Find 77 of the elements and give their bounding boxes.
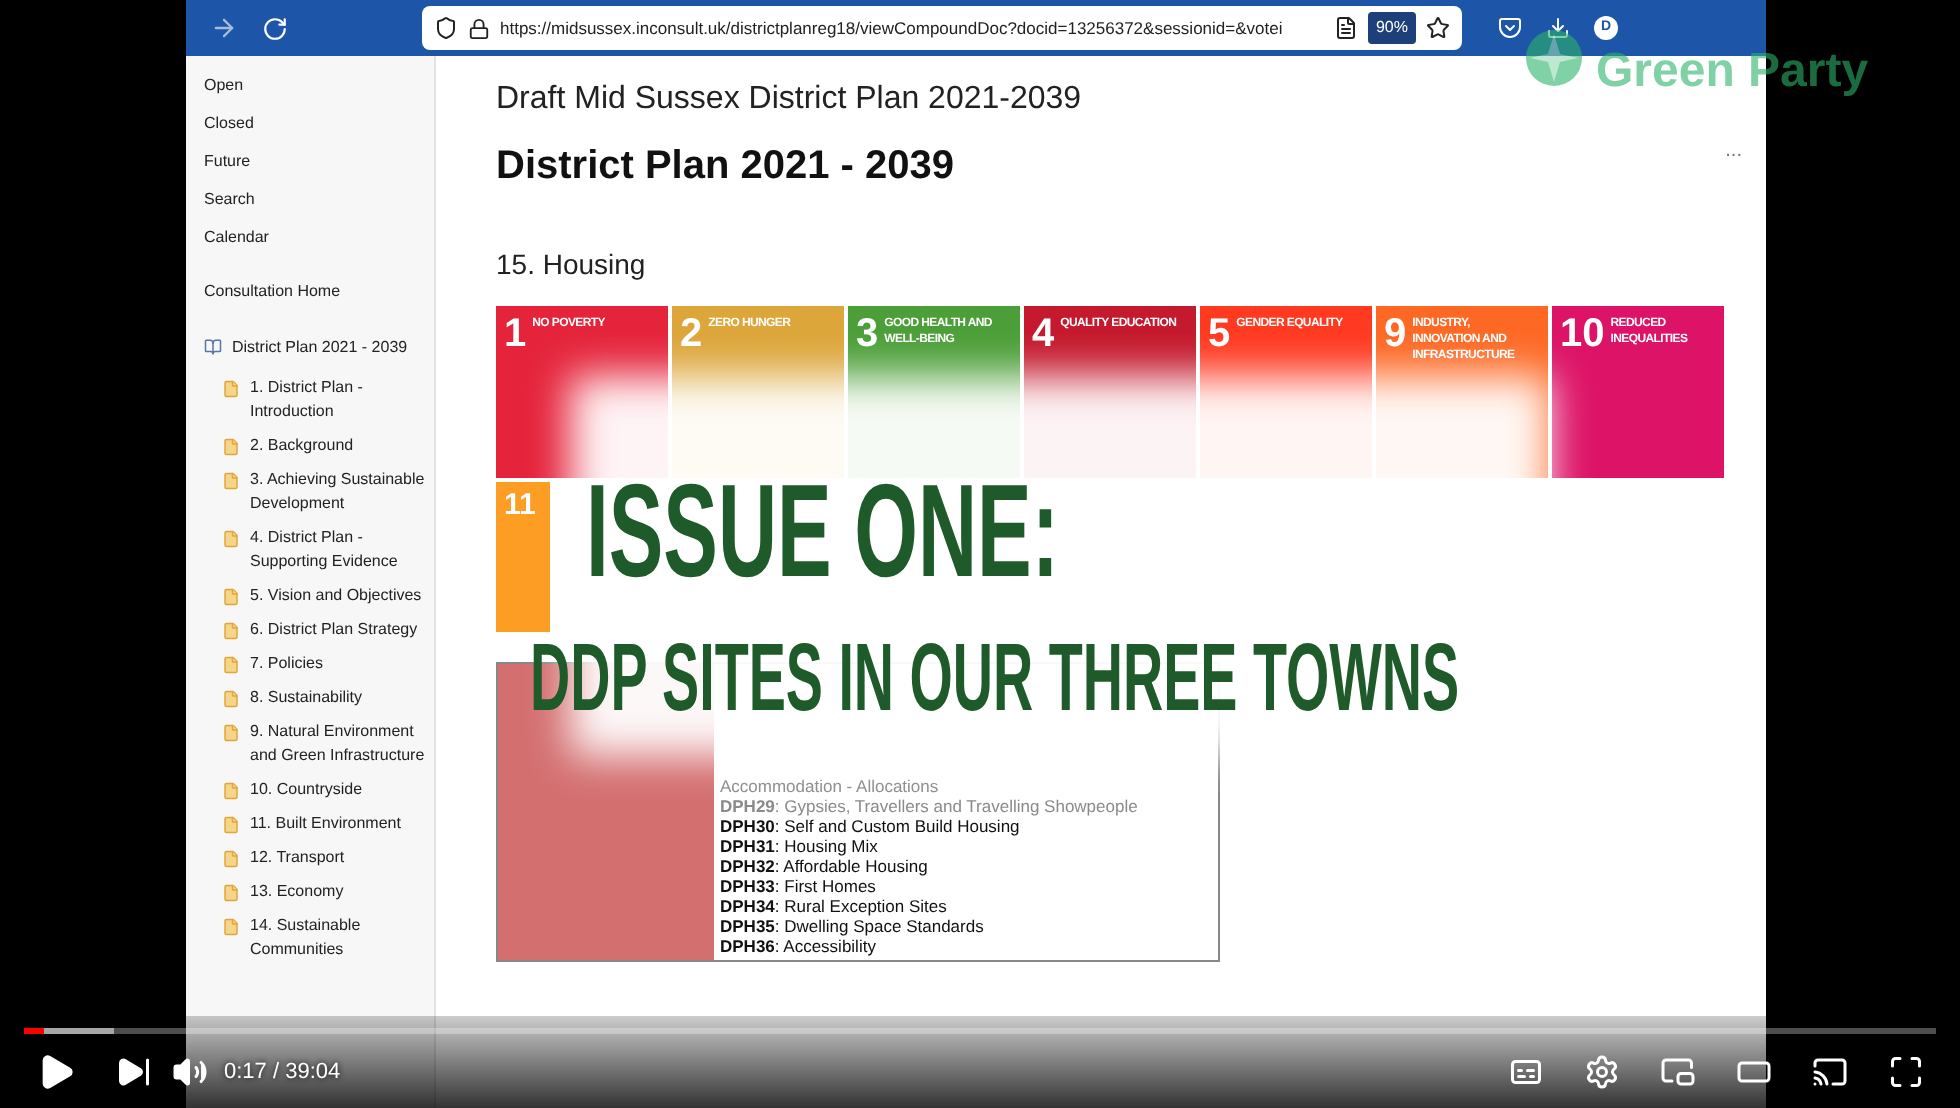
page-title: District Plan 2021 - 2039 <box>496 142 955 192</box>
tree-item[interactable]: 9. Natural Environment and Green Infrastructure <box>250 720 434 768</box>
next-icon[interactable] <box>116 1054 152 1090</box>
tree-item[interactable]: District Plan 2021 - 2039 <box>232 336 408 360</box>
policy-link[interactable]: DPH30: Self and Custom Build Housing <box>720 816 1218 836</box>
tree-item[interactable]: 1. District Plan - Introduction <box>250 376 434 424</box>
pocket-icon[interactable] <box>1498 16 1522 40</box>
goal-number: 10 <box>1560 314 1605 360</box>
page-icon <box>222 724 240 742</box>
policy-link[interactable]: DPH34: Rural Exception Sites <box>720 896 1218 916</box>
tree-item[interactable]: 12. Transport <box>250 846 434 870</box>
tree-item[interactable]: 8. Sustainability <box>250 686 434 710</box>
policy-link[interactable]: DPH36: Accessibility <box>720 936 1218 956</box>
goal-number: 3 <box>856 314 879 360</box>
goal-number: 5 <box>1208 314 1231 360</box>
nav-link[interactable]: Open <box>204 74 434 112</box>
tree-item[interactable]: 10. Countryside <box>250 778 434 802</box>
more-menu[interactable]: ... <box>1725 136 1742 196</box>
volume-icon[interactable] <box>172 1054 208 1090</box>
nav-link[interactable]: Calendar <box>204 226 434 264</box>
tree-item[interactable]: 3. Achieving Sustainable Development <box>250 468 434 516</box>
zoom-badge[interactable]: 90% <box>1367 12 1416 44</box>
address-bar[interactable]: https://midsussex.inconsult.uk/districtplanreg18/viewCompoundDoc?docid=13256372&sessionid=&votei 90% <box>422 6 1462 50</box>
reader-icon[interactable] <box>1333 16 1358 40</box>
goal-number: 9 <box>1384 314 1407 360</box>
lock-icon <box>468 17 490 39</box>
page-icon <box>222 918 240 936</box>
settings-icon[interactable] <box>1584 1054 1620 1090</box>
page-icon <box>222 622 240 640</box>
nav-link[interactable]: Consultation Home <box>204 280 434 336</box>
tree-item[interactable]: 5. Vision and Objectives <box>250 584 434 608</box>
tree-item[interactable]: 2. Background <box>250 434 434 458</box>
tree-item[interactable]: 4. District Plan - Supporting Evidence <box>250 526 434 574</box>
policy-link[interactable]: DPH29: Gypsies, Travellers and Travelling Showpeople <box>720 796 1218 816</box>
star-icon[interactable] <box>1426 16 1450 40</box>
page-icon <box>222 884 240 902</box>
page-icon <box>222 472 240 490</box>
nav-link[interactable]: Closed <box>204 112 434 150</box>
page-icon <box>222 380 240 398</box>
tree-item[interactable]: 7. Policies <box>250 652 434 676</box>
overlay-title: ISSUE ONE: <box>586 464 1061 596</box>
page-icon <box>222 588 240 606</box>
policy-link[interactable]: DPH31: Housing Mix <box>720 836 1218 856</box>
goal-number: 2 <box>680 314 703 360</box>
cast-icon[interactable] <box>1812 1054 1848 1090</box>
page-icon <box>222 656 240 674</box>
overlay-subtitle: DDP SITES IN OUR THREE TOWNS <box>530 632 1462 728</box>
page-icon <box>222 690 240 708</box>
download-icon[interactable] <box>1546 16 1570 40</box>
policy-link[interactable]: DPH32: Affordable Housing <box>720 856 1218 876</box>
page-icon <box>222 850 240 868</box>
page-icon <box>222 530 240 548</box>
miniplayer-icon[interactable] <box>1660 1054 1696 1090</box>
tree-item[interactable]: 13. Economy <box>250 880 434 904</box>
captions-icon[interactable] <box>1508 1054 1544 1090</box>
policy-link[interactable]: DPH33: First Homes <box>720 876 1218 896</box>
page-icon <box>222 782 240 800</box>
tree-item[interactable]: 6. District Plan Strategy <box>250 618 434 642</box>
url-text: https://midsussex.inconsult.uk/districtplanreg18/viewCompoundDoc?docid=13256372&sessionid=&votei <box>500 15 1285 41</box>
goal-number: 4 <box>1032 314 1055 360</box>
tree-item[interactable]: 11. Built Environment <box>250 812 434 836</box>
goal-number: 1 <box>504 314 527 360</box>
nav-link[interactable]: Search <box>204 188 434 226</box>
shield-icon <box>434 16 458 40</box>
section-title: 15. Housing <box>496 246 648 284</box>
page-icon <box>222 816 240 834</box>
tree-item[interactable]: 14. Sustainable Communities <box>250 914 434 962</box>
page-heading: Draft Mid Sussex District Plan 2021-2039 <box>496 80 1084 120</box>
time-display: 0:17 / 39:04 <box>224 1057 341 1088</box>
forward-icon[interactable] <box>210 14 238 42</box>
fullscreen-icon[interactable] <box>1888 1054 1924 1090</box>
nav-link[interactable]: Future <box>204 150 434 188</box>
goal-number: 11 <box>504 490 536 526</box>
policy-link[interactable]: DPH35: Dwelling Space Standards <box>720 916 1218 936</box>
book-icon <box>204 338 222 356</box>
reload-icon[interactable] <box>262 15 288 41</box>
page-icon <box>222 438 240 456</box>
